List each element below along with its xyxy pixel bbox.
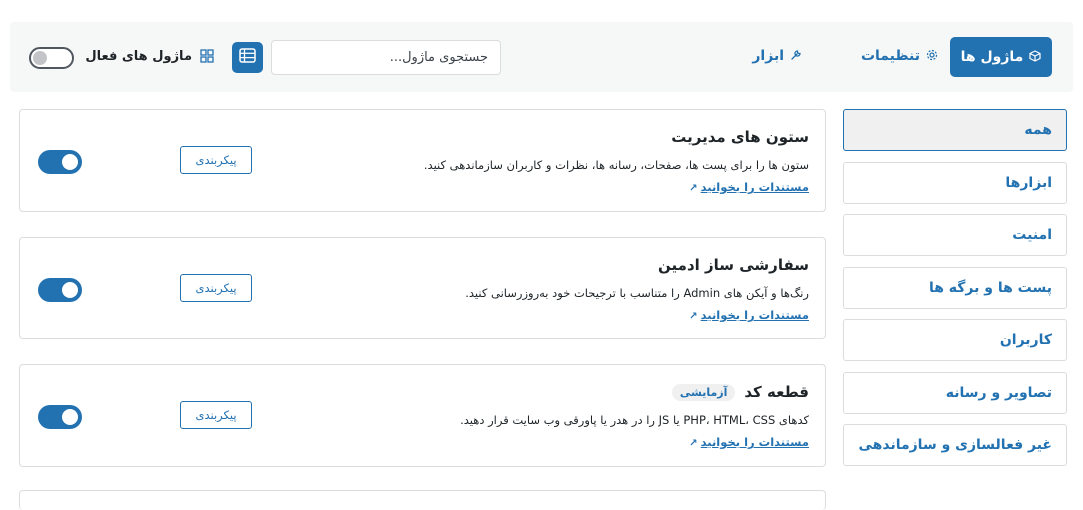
active-modules-toggle[interactable] <box>29 47 74 69</box>
cube-icon <box>1029 50 1041 64</box>
sidebar-item-label: غیر فعالسازی و سازماندهی <box>858 437 1052 453</box>
tab-settings-label: تنظیمات <box>860 48 920 64</box>
tab-tools-label: ابزار <box>752 48 784 64</box>
external-arrow-icon: ↗ <box>689 183 698 194</box>
module-card: قطعه کد آزمایشی کدهای PHP، HTML، CSS یا … <box>19 364 826 467</box>
sidebar-item-security[interactable]: امنیت <box>843 214 1067 256</box>
gear-icon <box>926 49 938 63</box>
sidebar-item-label: ابزارها <box>1005 174 1052 191</box>
search-input[interactable] <box>271 40 501 75</box>
tab-tools[interactable]: ابزار <box>752 48 802 64</box>
list-view-icon <box>239 48 256 67</box>
grid-view-icon <box>200 48 214 67</box>
external-arrow-icon: ↗ <box>689 311 698 322</box>
sidebar-item-label: کاربران <box>999 332 1052 348</box>
module-doc-link[interactable]: مستندات را بخوانید↗ <box>689 435 809 449</box>
module-card <box>19 490 826 510</box>
sidebar-item-label: همه <box>1024 122 1052 138</box>
list-view-button[interactable] <box>232 42 263 73</box>
module-toggle[interactable] <box>38 405 82 429</box>
top-toolbar: ماژول ها تنظیمات ابزار ماژول های فعال <box>10 22 1073 92</box>
tab-modules[interactable]: ماژول ها <box>950 37 1052 77</box>
external-arrow-icon: ↗ <box>689 438 698 449</box>
module-doc-link-text: مستندات را بخوانید <box>700 435 809 449</box>
configure-button[interactable]: پیکربندی <box>180 274 252 302</box>
module-title: سفارشی ساز ادمین <box>658 256 809 274</box>
module-doc-link-text: مستندات را بخوانید <box>700 308 809 322</box>
sidebar-item-users[interactable]: کاربران <box>843 319 1067 361</box>
module-title: قطعه کد آزمایشی <box>671 383 809 401</box>
wrench-icon <box>790 49 802 63</box>
sidebar-item-label: امنیت <box>1012 227 1052 243</box>
module-title-text: سفارشی ساز ادمین <box>658 256 809 274</box>
module-description: ستون ها را برای پست ها، صفحات، رسانه ها،… <box>423 158 809 172</box>
module-doc-link[interactable]: مستندات را بخوانید↗ <box>689 308 809 322</box>
sidebar-item-label: پست ها و برگه ها <box>928 279 1052 296</box>
module-doc-link-text: مستندات را بخوانید <box>700 180 809 194</box>
sidebar-item-images-media[interactable]: تصاویر و رسانه <box>843 371 1067 414</box>
sidebar-item-disable-organize[interactable]: غیر فعالسازی و سازماندهی <box>843 424 1067 466</box>
module-toggle[interactable] <box>38 278 82 302</box>
module-description: کدهای PHP، HTML، CSS یا JS را در هدر یا … <box>460 413 809 427</box>
module-title-text: ستون های مدیریت <box>671 128 809 146</box>
configure-button[interactable]: پیکربندی <box>180 146 252 174</box>
sidebar-item-tools[interactable]: ابزارها <box>843 161 1067 204</box>
grid-view-button[interactable] <box>199 48 215 67</box>
module-title: ستون های مدیریت <box>671 128 809 146</box>
module-title-text: قطعه کد <box>744 383 809 401</box>
sidebar-item-posts-pages[interactable]: پست ها و برگه ها <box>843 266 1067 309</box>
sidebar-item-all[interactable]: همه <box>843 109 1067 151</box>
active-modules-label: ماژول های فعال <box>85 49 192 64</box>
module-doc-link[interactable]: مستندات را بخوانید↗ <box>689 180 809 194</box>
tab-modules-label: ماژول ها <box>960 49 1024 65</box>
module-card: سفارشی ساز ادمین رنگ‌ها و آیکن های Admin… <box>19 237 826 339</box>
sidebar-item-label: تصاویر و رسانه <box>945 384 1052 401</box>
experimental-badge: آزمایشی <box>671 383 736 401</box>
tab-settings[interactable]: تنظیمات <box>861 48 938 64</box>
module-card: ستون های مدیریت ستون ها را برای پست ها، … <box>19 109 826 212</box>
configure-button[interactable]: پیکربندی <box>180 401 252 429</box>
module-description: رنگ‌ها و آیکن های Admin را متناسب با ترج… <box>465 286 809 300</box>
category-sidebar: همه ابزارها امنیت پست ها و برگه ها کاربر… <box>843 109 1067 477</box>
module-toggle[interactable] <box>38 150 82 174</box>
